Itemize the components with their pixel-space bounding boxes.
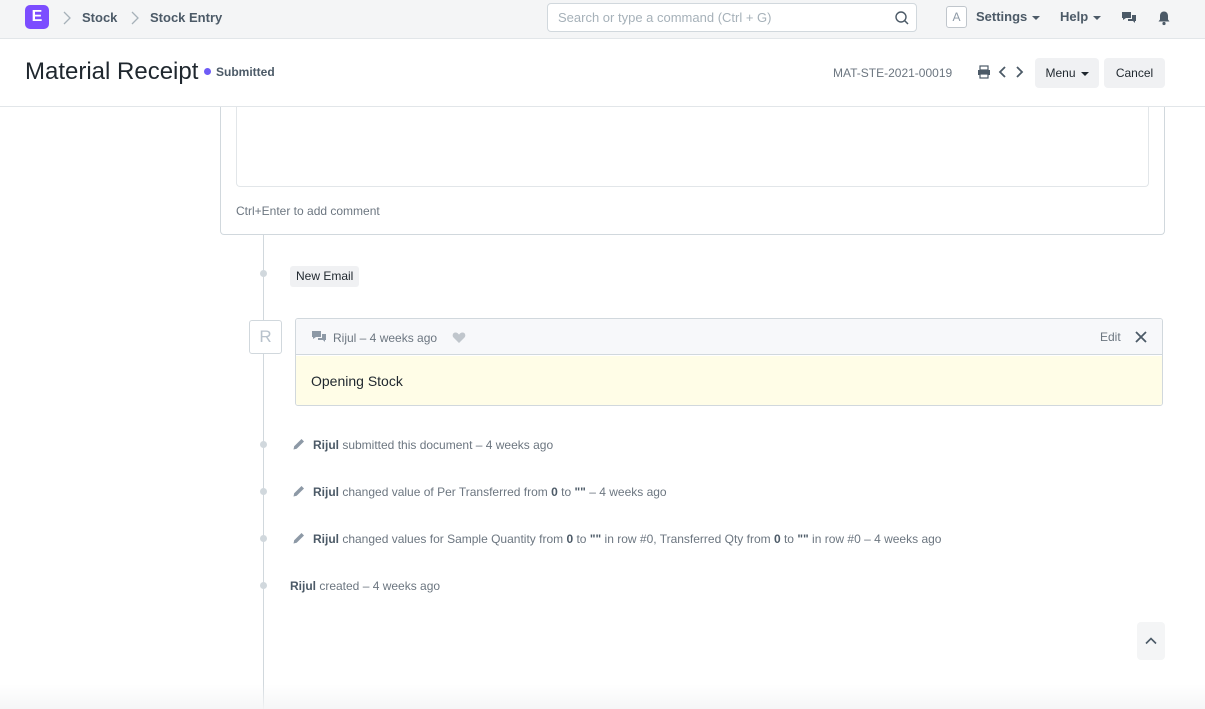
navbar: E Stock Stock Entry A Settings Help bbox=[0, 0, 1205, 39]
bell-icon[interactable] bbox=[1156, 10, 1172, 26]
timeline-dot bbox=[260, 488, 267, 495]
scroll-to-top-button[interactable] bbox=[1137, 622, 1165, 660]
event-value: 0 bbox=[551, 485, 558, 499]
chevron-right-icon bbox=[63, 11, 71, 25]
event-text: in row #0 – 4 weeks ago bbox=[808, 532, 942, 546]
new-email-button[interactable]: New Email bbox=[290, 266, 360, 287]
event-text: to bbox=[573, 532, 590, 546]
event-value: "" bbox=[797, 532, 809, 546]
comment-edit-button[interactable]: Edit bbox=[1100, 330, 1121, 344]
menu-button[interactable]: Menu bbox=[1035, 58, 1099, 88]
caret-down-icon bbox=[1080, 71, 1089, 76]
comment-hint: Ctrl+Enter to add comment bbox=[236, 204, 380, 218]
pencil-icon bbox=[293, 439, 304, 450]
event-value: "" bbox=[589, 532, 602, 546]
event-text: changed value of Per Transferred from bbox=[339, 485, 552, 499]
status-label: Submitted bbox=[216, 65, 275, 79]
printer-icon[interactable] bbox=[977, 65, 991, 79]
comment-box: Ctrl+Enter to add comment bbox=[220, 107, 1165, 235]
comment-meta: Rijul – 4 weeks ago bbox=[333, 331, 438, 345]
caret-down-icon bbox=[1093, 15, 1102, 20]
page-title: Material Receipt bbox=[25, 58, 199, 85]
event-user[interactable]: Rijul bbox=[290, 579, 316, 593]
settings-dropdown[interactable]: Settings bbox=[976, 9, 1041, 24]
search-bar bbox=[547, 3, 917, 32]
timeline-dot bbox=[260, 582, 267, 589]
help-dropdown[interactable]: Help bbox=[1060, 9, 1102, 24]
event-user[interactable]: Rijul bbox=[313, 485, 339, 499]
event-user[interactable]: Rijul bbox=[313, 532, 339, 546]
chat-icon[interactable] bbox=[1121, 10, 1137, 26]
timeline-event: Rijul created – 4 weeks ago bbox=[290, 579, 440, 593]
timeline-dot bbox=[260, 270, 267, 277]
event-text: – 4 weeks ago bbox=[585, 485, 667, 499]
event-value: 0 bbox=[773, 532, 781, 546]
cancel-button[interactable]: Cancel bbox=[1104, 58, 1165, 88]
user-avatar[interactable]: A bbox=[946, 6, 967, 28]
status-dot bbox=[204, 68, 211, 75]
event-text: in row #0, Transferred Qty from bbox=[601, 532, 774, 546]
timeline-dot bbox=[260, 535, 267, 542]
status-badge: Submitted bbox=[204, 65, 275, 79]
search-icon[interactable] bbox=[894, 10, 910, 26]
pencil-icon bbox=[293, 486, 304, 497]
event-text: changed values for Sample Quantity from bbox=[339, 532, 567, 546]
timeline-line bbox=[263, 235, 264, 709]
next-document-icon[interactable] bbox=[1012, 65, 1026, 79]
comment-input[interactable] bbox=[236, 107, 1149, 187]
comment-text: Opening Stock bbox=[311, 373, 403, 389]
breadcrumb-stock-entry[interactable]: Stock Entry bbox=[150, 10, 222, 25]
event-user[interactable]: Rijul bbox=[313, 438, 339, 452]
event-value: "" bbox=[574, 485, 586, 499]
event-text: submitted this document – 4 weeks ago bbox=[339, 438, 554, 452]
timeline-event: Rijul changed value of Per Transferred f… bbox=[313, 485, 667, 499]
menu-label: Menu bbox=[1045, 66, 1076, 80]
timeline-event: Rijul changed values for Sample Quantity… bbox=[313, 532, 941, 546]
bottom-fade bbox=[0, 684, 1205, 709]
app-logo[interactable]: E bbox=[25, 5, 49, 29]
search-input[interactable] bbox=[558, 10, 888, 25]
comment-body: Opening Stock bbox=[296, 356, 1162, 405]
breadcrumb-stock[interactable]: Stock bbox=[82, 10, 117, 25]
settings-label: Settings bbox=[976, 9, 1028, 24]
page-header: Material Receipt Submitted MAT-STE-2021-… bbox=[0, 39, 1205, 107]
document-name: MAT-STE-2021-00019 bbox=[833, 66, 953, 80]
heart-icon[interactable] bbox=[452, 331, 466, 344]
pencil-icon bbox=[293, 533, 304, 544]
chevron-up-icon bbox=[1145, 637, 1157, 645]
event-text: to bbox=[780, 532, 798, 546]
caret-down-icon bbox=[1032, 15, 1041, 20]
comment-icon bbox=[312, 331, 326, 342]
event-text: created – 4 weeks ago bbox=[316, 579, 441, 593]
comment-card: Rijul – 4 weeks ago Edit Opening Stock bbox=[295, 318, 1163, 406]
timeline-event: Rijul submitted this document – 4 weeks … bbox=[313, 438, 553, 452]
event-text: to bbox=[557, 485, 575, 499]
close-icon[interactable] bbox=[1134, 330, 1148, 344]
chevron-right-icon bbox=[131, 11, 139, 25]
comment-avatar: R bbox=[249, 320, 282, 354]
previous-document-icon[interactable] bbox=[996, 65, 1010, 79]
comment-header: Rijul – 4 weeks ago Edit bbox=[296, 319, 1162, 355]
timeline-dot bbox=[260, 441, 267, 448]
help-label: Help bbox=[1060, 9, 1089, 24]
